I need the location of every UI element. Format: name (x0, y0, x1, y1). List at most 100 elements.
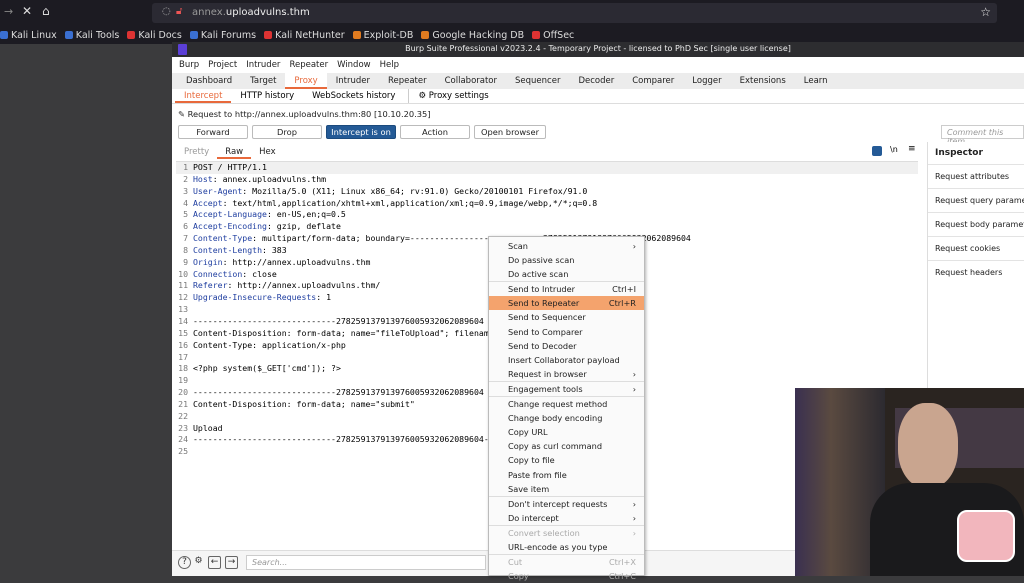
help-icon[interactable]: ? (178, 556, 191, 569)
bookmark-favicon-icon (264, 31, 273, 39)
context-menu-item[interactable]: Don't intercept requests › (489, 497, 644, 511)
tab-pretty[interactable]: Pretty (176, 145, 217, 159)
menu-window[interactable]: Window (337, 60, 371, 70)
intercept-toggle-button[interactable]: Intercept is on (326, 125, 396, 139)
context-menu-item[interactable]: Send to Decoder (489, 339, 644, 353)
context-menu-item[interactable]: Cut Ctrl+X (489, 555, 644, 569)
subtab-intercept[interactable]: Intercept (175, 89, 232, 103)
header-name: User-Agent (193, 185, 243, 196)
header-name: Host (193, 173, 213, 184)
tab-extensions[interactable]: Extensions (731, 73, 795, 89)
context-menu-item[interactable]: Send to Sequencer (489, 310, 644, 324)
comment-input[interactable]: Comment this item (941, 125, 1024, 146)
menu-item-shortcut: Ctrl+C (608, 571, 636, 582)
tab-target[interactable]: Target (241, 73, 285, 89)
bookmark-favicon-icon (64, 31, 73, 39)
bookmark-item[interactable]: Kali NetHunter (264, 30, 345, 41)
bookmark-star-icon[interactable]: ☆ (980, 5, 991, 19)
tab-proxy[interactable]: Proxy (285, 73, 327, 89)
menu-help[interactable]: Help (380, 60, 399, 70)
bookmark-item[interactable]: Kali Docs (127, 30, 182, 41)
context-menu-item[interactable]: Insert Collaborator payload (489, 353, 644, 367)
proxy-settings-button[interactable]: ⚙ Proxy settings (408, 89, 497, 103)
context-menu-item[interactable]: Send to Intruder Ctrl+I (489, 282, 644, 296)
bookmark-item[interactable]: Google Hacking DB (421, 30, 524, 41)
context-menu-item[interactable]: Copy as curl command (489, 439, 644, 453)
tab-hex[interactable]: Hex (251, 145, 284, 159)
context-menu-item[interactable]: Change body encoding (489, 411, 644, 425)
open-browser-button[interactable]: Open browser (474, 125, 546, 139)
stop-icon[interactable]: ✕ (22, 4, 32, 18)
tab-sequencer[interactable]: Sequencer (506, 73, 569, 89)
bookmark-item[interactable]: Exploit-DB (352, 30, 413, 41)
tab-comparer[interactable]: Comparer (623, 73, 683, 89)
tab-intruder[interactable]: Intruder (327, 73, 379, 89)
editor-menu-icon[interactable]: ≡ (908, 144, 916, 154)
newline-toggle-icon[interactable]: \n (890, 145, 898, 154)
back-arrow-icon[interactable]: ← (208, 556, 221, 569)
inspector-item[interactable]: Request cookies (928, 236, 1024, 260)
context-menu-item[interactable]: Convert selection › (489, 526, 644, 540)
subtab-http-history[interactable]: HTTP history (231, 89, 303, 103)
context-menu-item[interactable]: Copy URL (489, 425, 644, 439)
context-menu-item[interactable]: Do passive scan (489, 253, 644, 267)
tab-learn[interactable]: Learn (795, 73, 837, 89)
context-menu-item[interactable]: URL-encode as you type (489, 540, 644, 554)
settings-gear-icon[interactable]: ⚙ (192, 556, 205, 569)
context-menu-item[interactable]: Change request method (489, 397, 644, 411)
line-value: POST / HTTP/1.1 (193, 162, 267, 172)
drop-button[interactable]: Drop (252, 125, 322, 139)
menu-item-label: Copy to file (508, 455, 555, 466)
context-menu-item[interactable]: Scan › (489, 239, 644, 253)
bookmark-favicon-icon (421, 31, 430, 39)
context-menu-item[interactable]: Do active scan (489, 267, 644, 281)
menu-item-label: Cut (508, 557, 523, 568)
inspector-item[interactable]: Request attributes (928, 164, 1024, 188)
inspector-item[interactable]: Request headers (928, 260, 1024, 284)
menu-burp[interactable]: Burp (179, 60, 199, 70)
bookmark-item[interactable]: Kali Tools (64, 30, 119, 41)
inspector-item[interactable]: Request body parameters (928, 212, 1024, 236)
menu-intruder[interactable]: Intruder (246, 60, 280, 70)
tab-collaborator[interactable]: Collaborator (436, 73, 506, 89)
search-input[interactable]: Search... (246, 555, 486, 570)
url-bar[interactable]: ◌ 🔓︎ annex.uploadvulns.thm ☆ (152, 3, 997, 23)
header-name: Accept-Language (193, 209, 267, 220)
action-button[interactable]: Action (400, 125, 470, 139)
tab-raw[interactable]: Raw (217, 145, 252, 159)
tab-repeater[interactable]: Repeater (379, 73, 436, 89)
menu-project[interactable]: Project (208, 60, 237, 70)
menu-repeater[interactable]: Repeater (289, 60, 328, 70)
bookmark-favicon-icon (127, 31, 136, 39)
menu-item-label: Insert Collaborator payload (508, 354, 620, 365)
context-menu-item[interactable]: Do intercept › (489, 511, 644, 525)
context-menu-item[interactable]: Copy to file (489, 453, 644, 467)
bookmark-item[interactable]: OffSec (532, 30, 574, 41)
submenu-arrow-icon: › (632, 368, 636, 379)
header-name: Referer (193, 280, 228, 291)
forward-button[interactable]: Forward (178, 125, 248, 139)
forward-icon[interactable]: → (4, 5, 13, 18)
main-tabs: Dashboard Target Proxy Intruder Repeater Coll… (172, 73, 1024, 89)
context-menu-item[interactable]: Paste from file (489, 468, 644, 482)
context-menu-item[interactable]: Copy Ctrl+C (489, 569, 644, 583)
line-value: Content-Type: application/x-php (193, 339, 346, 350)
bookmark-item[interactable]: Kali Forums (189, 30, 256, 41)
context-menu-item[interactable]: Send to Comparer (489, 325, 644, 339)
tab-dashboard[interactable]: Dashboard (177, 73, 241, 89)
line-number: 6 (183, 221, 188, 232)
forward-arrow-icon[interactable]: → (225, 556, 238, 569)
context-menu-item[interactable]: Send to Repeater Ctrl+R (489, 296, 644, 311)
context-menu-item[interactable]: Engagement tools › (489, 382, 644, 396)
subtab-websockets-history[interactable]: WebSockets history (303, 89, 404, 103)
menu-item-label: Send to Intruder (508, 284, 576, 295)
context-menu-item[interactable]: Request in browser › (489, 367, 644, 381)
shield-icon: ◌ (162, 6, 171, 17)
inspector-item[interactable]: Request query parameters (928, 188, 1024, 212)
wrap-toggle-icon[interactable] (872, 146, 882, 156)
tab-logger[interactable]: Logger (683, 73, 730, 89)
tab-decoder[interactable]: Decoder (569, 73, 623, 89)
context-menu-item[interactable]: Save item (489, 482, 644, 496)
home-icon[interactable]: ⌂ (42, 4, 50, 18)
bookmark-item[interactable]: Kali Linux (0, 30, 57, 41)
